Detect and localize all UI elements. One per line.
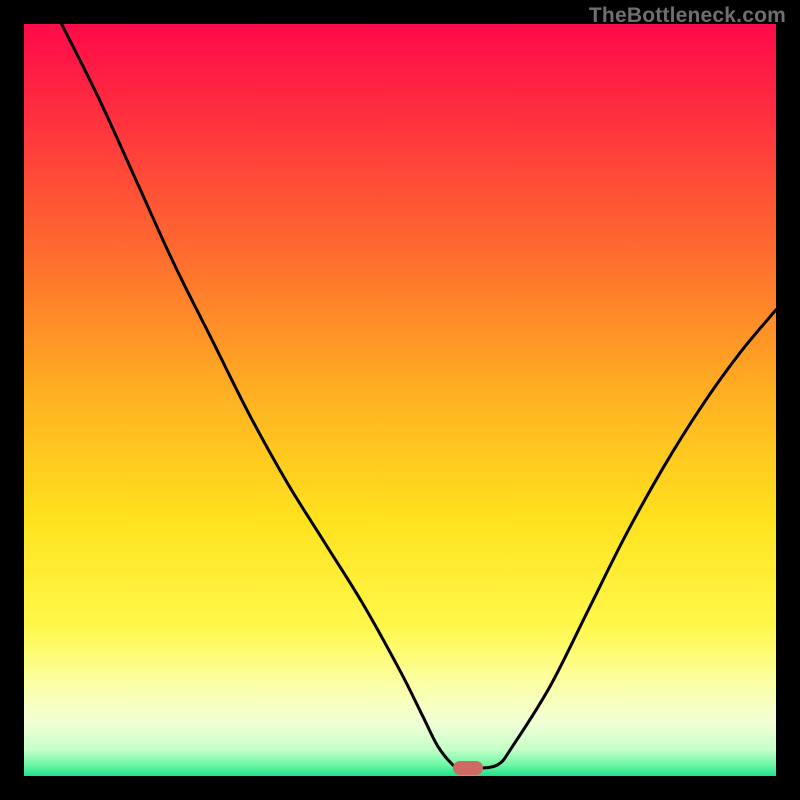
bottleneck-curve [24,24,776,776]
chart-frame: TheBottleneck.com [0,0,800,800]
plot-area [24,24,776,776]
optimal-marker [453,761,483,775]
